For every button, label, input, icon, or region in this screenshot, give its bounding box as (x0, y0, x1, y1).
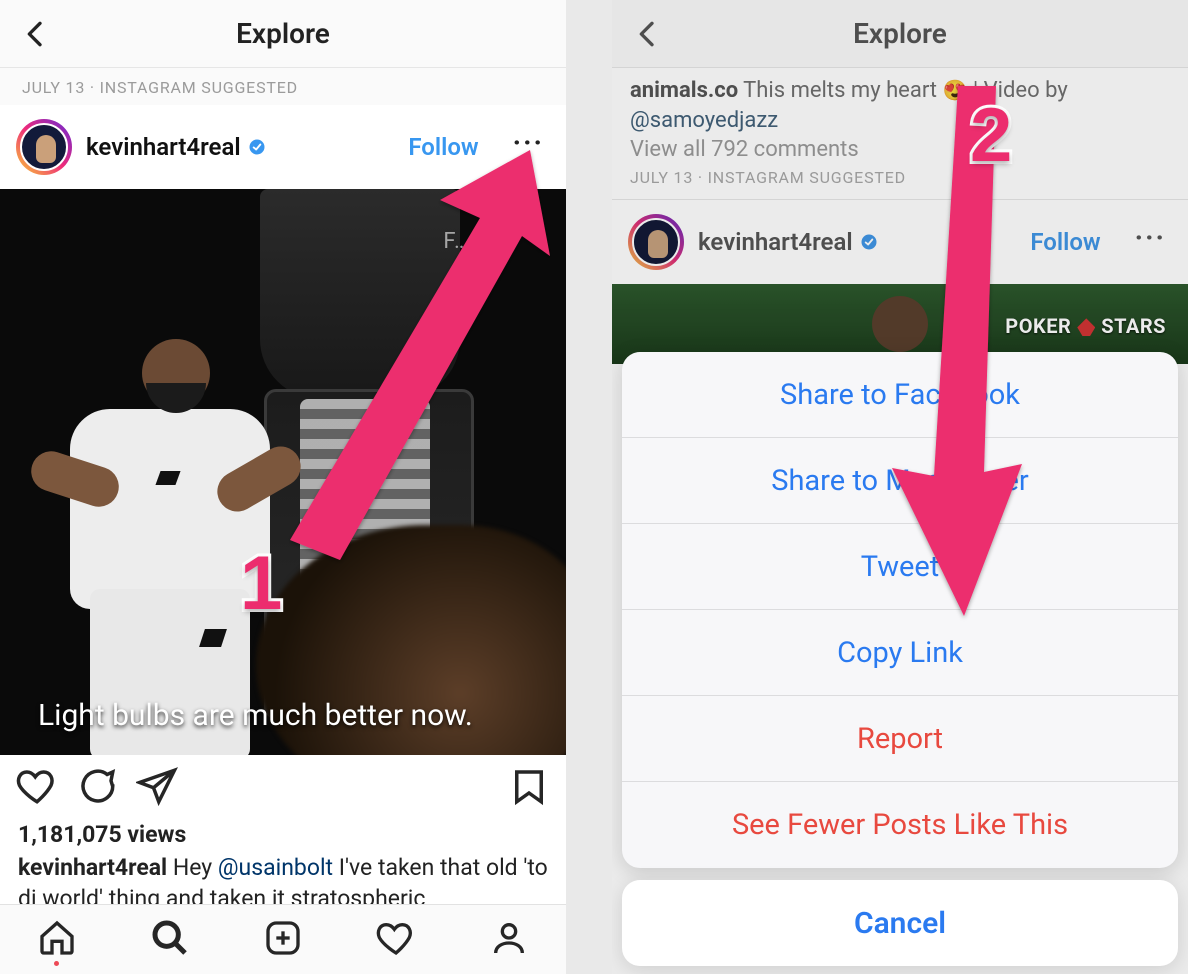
sheet-report[interactable]: Report (622, 696, 1178, 782)
nav-new-post[interactable] (263, 918, 303, 962)
step-number-1: 1 (240, 540, 282, 627)
view-all-comments[interactable]: View all 792 comments (612, 135, 1188, 164)
verified-badge-icon (859, 232, 879, 252)
username-text: kevinhart4real (698, 228, 853, 256)
sheet-tweet[interactable]: Tweet (622, 524, 1178, 610)
caption-mention[interactable]: @usainbolt (218, 854, 333, 881)
avatar[interactable] (628, 214, 684, 270)
bookmark-icon (508, 765, 550, 807)
page-title: Explore (668, 17, 1132, 50)
phone-right: Explore animals.co This melts my heart 😍… (612, 0, 1188, 974)
step-number-2: 2 (970, 92, 1012, 179)
action-sheet: Share to Facebook Share to Messenger Twe… (622, 352, 1178, 966)
nav-home[interactable] (37, 918, 77, 962)
save-button[interactable] (508, 765, 550, 811)
username[interactable]: kevinhart4real (86, 133, 267, 161)
post-action-bar (0, 755, 566, 821)
phone-left: Explore JULY 13 · INSTAGRAM SUGGESTED ke… (0, 0, 566, 974)
follow-button[interactable]: Follow (1030, 228, 1100, 256)
post-header: kevinhart4real Follow ··· (612, 200, 1188, 284)
home-notification-dot (54, 961, 59, 966)
nav-search[interactable] (150, 918, 190, 962)
heart-icon (376, 918, 416, 958)
prev-mention[interactable]: @samoyedjazz (630, 108, 778, 133)
heart-eyes-emoji-icon: 😍 (942, 78, 967, 102)
heart-icon (16, 765, 58, 807)
verified-badge-icon (247, 137, 267, 157)
avatar[interactable] (16, 119, 72, 175)
page-title: Explore (56, 17, 510, 50)
sheet-share-facebook[interactable]: Share to Facebook (622, 352, 1178, 438)
chevron-left-icon (20, 18, 52, 50)
more-options-button[interactable]: ··· (1115, 224, 1172, 260)
video-watermark: POKER STARS (1005, 314, 1166, 338)
more-options-button[interactable]: ··· (493, 129, 550, 165)
comment-button[interactable] (76, 765, 118, 811)
header: Explore (612, 0, 1188, 68)
username-text: kevinhart4real (86, 133, 241, 161)
post-header: kevinhart4real Follow ··· (0, 105, 566, 189)
search-icon (150, 918, 190, 958)
chevron-left-icon (632, 18, 664, 50)
sheet-cancel[interactable]: Cancel (622, 880, 1178, 966)
previous-post-caption: animals.co This melts my heart 😍 | Video… (612, 68, 1188, 135)
home-icon (37, 918, 77, 958)
nav-profile[interactable] (489, 918, 529, 962)
username[interactable]: kevinhart4real (698, 228, 879, 256)
back-button[interactable] (628, 14, 668, 54)
view-count[interactable]: 1,181,075 views (0, 821, 566, 852)
post-meta: JULY 13 · INSTAGRAM SUGGESTED (0, 68, 566, 105)
nav-activity[interactable] (376, 918, 416, 962)
sheet-copy-link[interactable]: Copy Link (622, 610, 1178, 696)
back-button[interactable] (16, 14, 56, 54)
bottom-nav (0, 904, 566, 974)
share-button[interactable] (136, 765, 178, 811)
sheet-fewer-posts[interactable]: See Fewer Posts Like This (622, 782, 1178, 868)
person-icon (489, 918, 529, 958)
plus-square-icon (263, 918, 303, 958)
video-overlay-tag: F… …S (443, 229, 506, 254)
sheet-share-messenger[interactable]: Share to Messenger (622, 438, 1178, 524)
spade-icon (1077, 318, 1095, 336)
prev-username[interactable]: animals.co (630, 78, 738, 103)
header: Explore (0, 0, 566, 68)
like-button[interactable] (16, 765, 58, 811)
post-meta: JULY 13 · INSTAGRAM SUGGESTED (612, 164, 1188, 200)
caption-username[interactable]: kevinhart4real (18, 854, 167, 881)
paper-plane-icon (136, 765, 178, 807)
post-video[interactable]: F… …S Light bulbs are much better now. (0, 189, 566, 755)
video-caption-overlay: Light bulbs are much better now. (0, 698, 566, 733)
comment-icon (76, 765, 118, 807)
follow-button[interactable]: Follow (408, 133, 478, 161)
